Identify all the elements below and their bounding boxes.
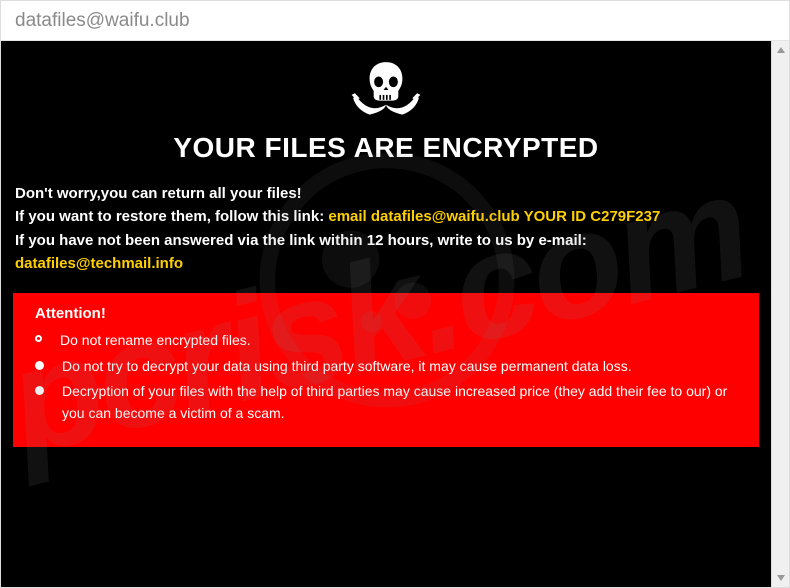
body-text: Don't worry,you can return all your file… <box>1 164 771 287</box>
body-line-3a: If you have not been answered via the li… <box>15 232 587 249</box>
list-item: Do not rename encrypted files. <box>35 330 743 352</box>
attention-item-text: Decryption of your files with the help o… <box>62 381 743 424</box>
attention-title: Attention! <box>35 305 743 322</box>
content-wrap: pcrisk.com YOUR FILES ARE ENCRYPTED Don'… <box>1 41 789 587</box>
body-line-2b: email datafiles@waifu.club YOUR ID <box>328 208 590 225</box>
attention-item-text: Do not try to decrypt your data using th… <box>62 356 632 378</box>
body-line-1: Don't worry,you can return all your file… <box>15 182 757 205</box>
headline: YOUR FILES ARE ENCRYPTED <box>1 132 771 164</box>
content-area: pcrisk.com YOUR FILES ARE ENCRYPTED Don'… <box>1 41 771 587</box>
window-title: datafiles@waifu.club <box>15 10 190 32</box>
body-line-3-email: datafiles@techmail.info <box>15 255 183 272</box>
skull-icon <box>1 41 771 130</box>
body-line-2-id: C279F237 <box>590 208 660 225</box>
attention-box: Attention! Do not rename encrypted files… <box>13 293 759 447</box>
bullet-icon <box>35 335 42 342</box>
body-line-2a: If you want to restore them, follow this… <box>15 208 328 225</box>
list-item: Decryption of your files with the help o… <box>35 381 743 424</box>
vertical-scrollbar[interactable] <box>771 41 789 587</box>
attention-item-text: Do not rename encrypted files. <box>60 330 251 352</box>
body-line-3: If you have not been answered via the li… <box>15 229 757 276</box>
scroll-up-arrow-icon[interactable] <box>772 41 789 59</box>
list-item: Do not try to decrypt your data using th… <box>35 356 743 378</box>
bullet-icon <box>35 386 44 395</box>
window-title-bar: datafiles@waifu.club <box>1 1 789 41</box>
bullet-icon <box>35 361 44 370</box>
scroll-down-arrow-icon[interactable] <box>772 569 789 587</box>
attention-list: Do not rename encrypted files. Do not tr… <box>35 330 743 425</box>
body-line-2: If you want to restore them, follow this… <box>15 205 757 228</box>
